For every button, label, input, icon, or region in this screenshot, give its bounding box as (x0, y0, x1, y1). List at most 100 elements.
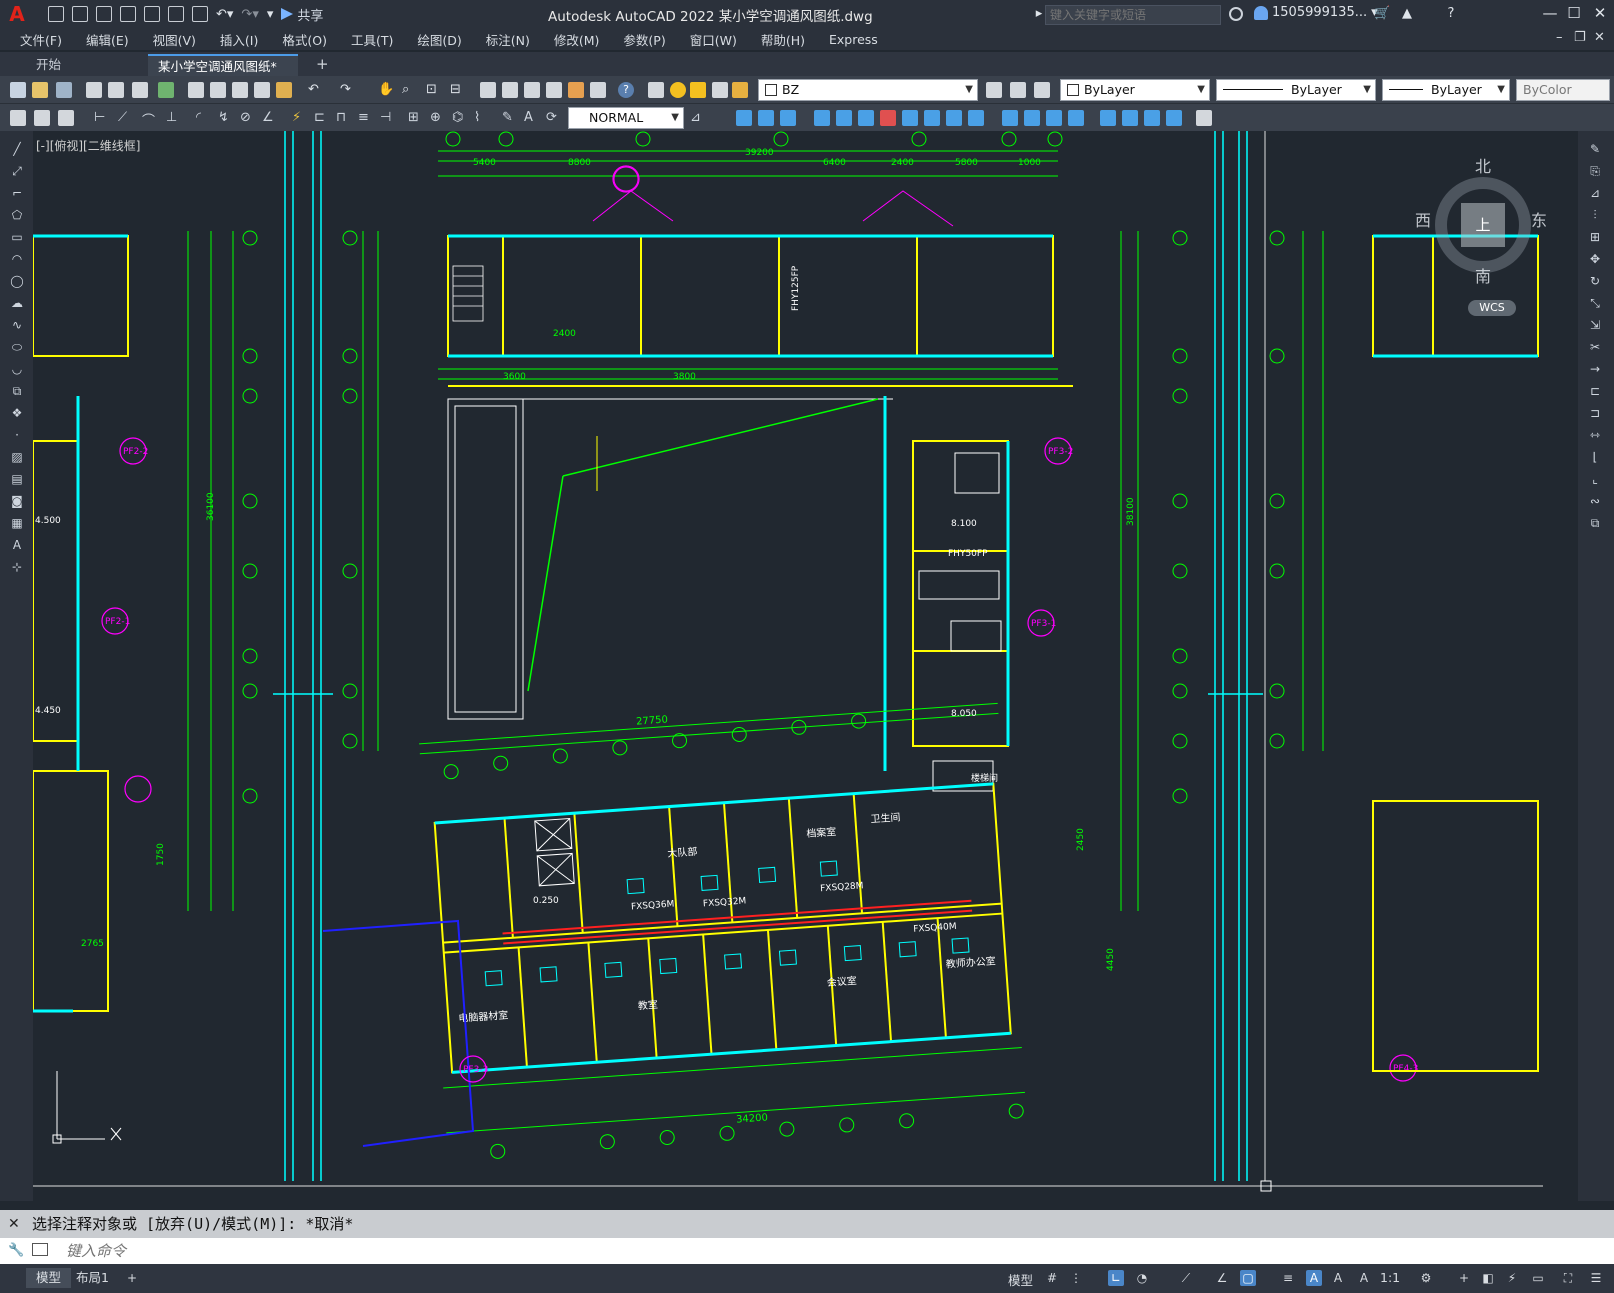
drawing-canvas[interactable]: 27750 34200 电脑器材室 教师办公室 会议室 大队部 档案室 卫生间 … (33, 131, 1578, 1201)
dim-space-icon[interactable]: ≡ (358, 110, 374, 126)
open-file-icon[interactable] (72, 6, 88, 22)
make-current-layer-icon[interactable] (986, 82, 1002, 98)
hatch-icon[interactable]: ▨ (9, 449, 25, 465)
layer-lock-icon[interactable] (732, 82, 748, 98)
maximize-button[interactable]: ☐ (1562, 4, 1586, 22)
markup-icon[interactable] (568, 82, 584, 98)
diameter-dim-icon[interactable]: ⊘ (240, 110, 256, 126)
undo-icon[interactable]: ↶▾ (216, 7, 233, 22)
close-command-line-icon[interactable]: ✕ (8, 1216, 20, 1232)
explode-icon[interactable]: ⧉ (1587, 515, 1603, 531)
mtext-icon[interactable]: A (9, 537, 25, 553)
annotation-scale-icon[interactable]: A (1356, 1270, 1372, 1286)
doc-restore-button[interactable]: ❐ (1574, 30, 1586, 45)
fillet-icon[interactable] (1068, 110, 1084, 126)
close-button[interactable]: ✕ (1588, 4, 1612, 22)
polygon-icon[interactable]: ⬠ (9, 207, 25, 223)
dim-update-icon[interactable]: ⟳ (546, 110, 562, 126)
jogged-linear-icon[interactable]: ⌇ (474, 110, 490, 126)
block-editor-icon[interactable] (276, 82, 292, 98)
menu-edit[interactable]: 编辑(E) (74, 30, 141, 49)
viewcube[interactable]: 上 北 南 东 西 (1413, 155, 1553, 295)
arc-icon[interactable]: ◠ (9, 251, 25, 267)
plot-preview-icon[interactable] (144, 6, 160, 22)
splinedit-icon[interactable] (1144, 110, 1160, 126)
layer-dropdown[interactable]: BZ ▼ (758, 79, 978, 101)
table-icon[interactable]: ▦ (9, 515, 25, 531)
add-selected-icon[interactable]: ⊹ (9, 559, 25, 575)
viewcube-east[interactable]: 东 (1531, 207, 1547, 231)
add-icon[interactable]: + (1456, 1270, 1472, 1286)
object-snap-tracking-icon[interactable]: ∠ (1214, 1270, 1230, 1286)
mirror-icon[interactable] (758, 110, 774, 126)
draworder-icon[interactable] (1196, 110, 1212, 126)
move-icon[interactable]: ✥ (1587, 251, 1603, 267)
recent-commands-icon[interactable] (32, 1243, 48, 1256)
model-space-toggle[interactable]: 模型 (1008, 1270, 1033, 1289)
baseline-dim-icon[interactable]: ⊏ (314, 110, 330, 126)
menu-draw[interactable]: 绘图(D) (405, 30, 473, 49)
stretch-icon[interactable] (924, 110, 940, 126)
copy-icon[interactable]: ⎘ (1587, 163, 1603, 179)
customize-icon[interactable]: 🔧 (8, 1243, 24, 1258)
menu-tools[interactable]: 工具(T) (339, 30, 405, 49)
move-icon[interactable] (836, 110, 852, 126)
layer-state-icon[interactable] (1034, 82, 1050, 98)
viewport-controls[interactable]: [-][俯视][二维线框] (36, 137, 140, 154)
stretch-icon[interactable]: ⇲ (1587, 317, 1603, 333)
pan-icon[interactable]: ✋ (378, 82, 394, 98)
clean-screen-icon[interactable]: ▭ (1530, 1270, 1546, 1286)
doc-close-button[interactable]: ✕ (1594, 30, 1605, 45)
rotate-icon[interactable]: ↻ (1587, 273, 1603, 289)
redo-icon[interactable]: ↷▾ (241, 7, 258, 22)
save-icon[interactable] (96, 6, 112, 22)
join-icon[interactable] (1024, 110, 1040, 126)
copy-object-icon[interactable] (736, 110, 752, 126)
center-mark-icon[interactable]: ⊕ (430, 110, 446, 126)
expand-search-icon[interactable]: ▸ (1032, 7, 1046, 21)
new-file-icon[interactable] (48, 6, 64, 22)
dim-update-icon[interactable] (58, 110, 74, 126)
region-icon[interactable]: ◙ (9, 493, 25, 509)
rectangle-icon[interactable]: ▭ (9, 229, 25, 245)
polyline-icon[interactable]: ⌐ (9, 185, 25, 201)
explode-icon[interactable] (1100, 110, 1116, 126)
paste-icon[interactable] (232, 82, 248, 98)
wcs-menu[interactable]: WCS (1468, 300, 1516, 316)
tolerance-icon[interactable]: ⊞ (408, 110, 424, 126)
zoom-realtime-icon[interactable]: ⌕ (402, 82, 418, 98)
insert-block-icon[interactable]: ⧉ (9, 383, 25, 399)
ordinate-dim-icon[interactable]: ⊥ (166, 110, 182, 126)
angular-dim-icon[interactable]: ∠ (262, 110, 278, 126)
menu-express[interactable]: Express (817, 32, 890, 47)
tool-palettes-icon[interactable] (524, 82, 540, 98)
plot-icon[interactable] (86, 82, 102, 98)
help-icon[interactable]: ? (618, 82, 634, 98)
autodesk-connect-icon[interactable]: ▲ (1400, 7, 1414, 21)
auto-scale-icon[interactable]: A (1330, 1270, 1346, 1286)
chamfer-icon[interactable] (1046, 110, 1062, 126)
gear-icon[interactable]: ⚙ (1418, 1270, 1434, 1286)
fillet-icon[interactable]: ⌞ (1587, 471, 1603, 487)
print-preview-icon[interactable] (108, 82, 124, 98)
new-layout-button[interactable]: + (124, 1270, 140, 1286)
copy-icon[interactable] (210, 82, 226, 98)
tab-model[interactable]: 模型 (26, 1268, 72, 1288)
menu-window[interactable]: 窗口(W) (678, 30, 749, 49)
pedit-icon[interactable] (1122, 110, 1138, 126)
grid-icon[interactable]: # (1044, 1270, 1060, 1286)
share-button[interactable]: 共享 (281, 5, 323, 24)
lineweight-icon[interactable]: ≡ (1280, 1270, 1296, 1286)
lineweight-dropdown[interactable]: ByLayer ▼ (1382, 79, 1510, 101)
search-icon[interactable] (1229, 7, 1243, 21)
undo-icon[interactable]: ↶ (308, 82, 324, 98)
qdim-icon[interactable] (34, 110, 50, 126)
viewcube-south[interactable]: 南 (1475, 263, 1491, 287)
array-icon[interactable] (814, 110, 830, 126)
open-icon[interactable] (32, 82, 48, 98)
zoom-previous-icon[interactable]: ⊟ (450, 82, 466, 98)
aligned-dim-icon[interactable]: ⟋ (118, 110, 134, 126)
spline-icon[interactable]: ∿ (9, 317, 25, 333)
radius-dim-icon[interactable]: ◜ (196, 110, 212, 126)
extend-icon[interactable] (968, 110, 984, 126)
